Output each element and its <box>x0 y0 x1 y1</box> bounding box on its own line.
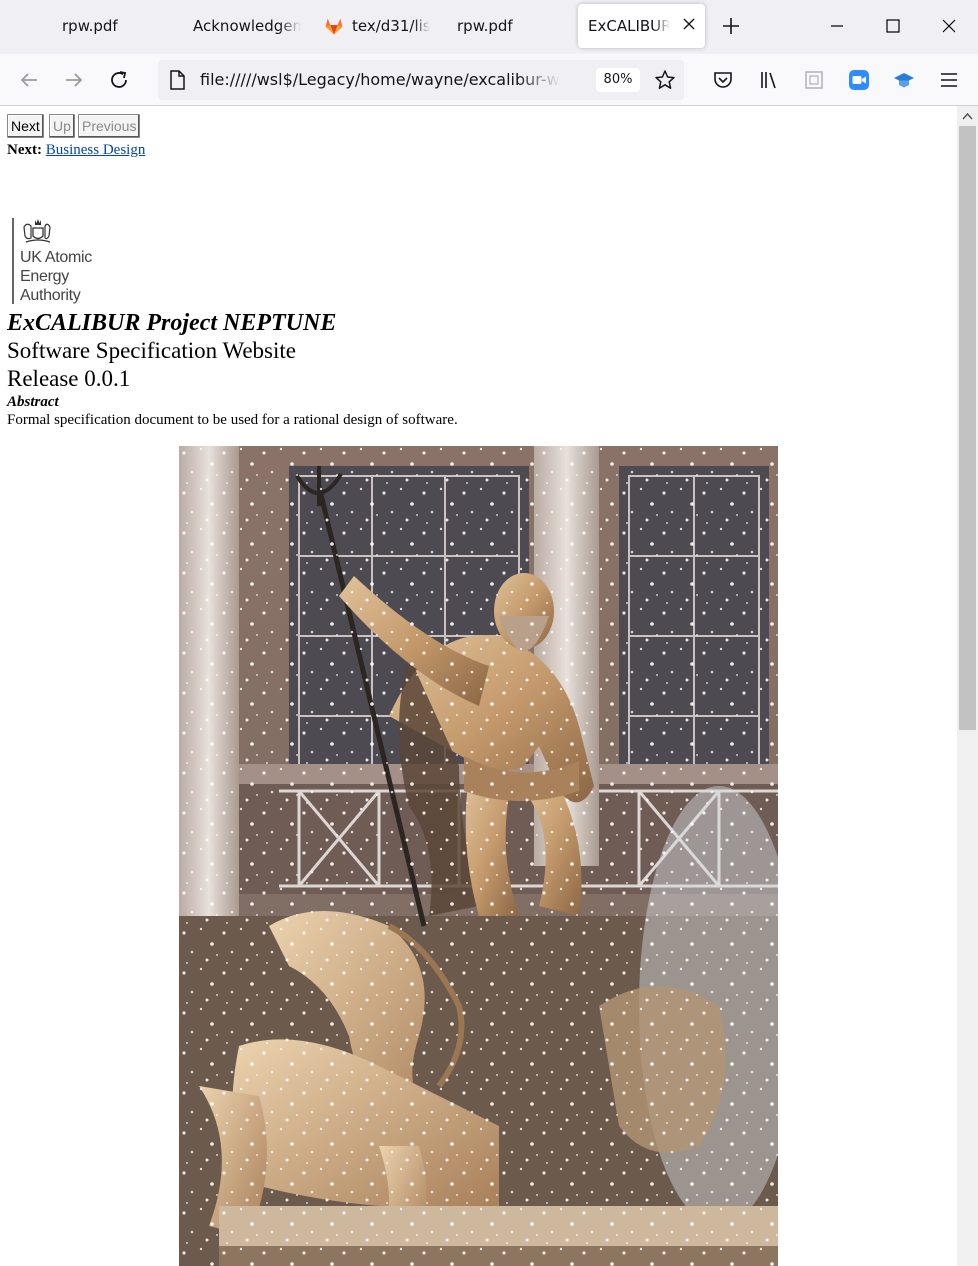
tab-strip: rpw.pdf Acknowledgements tex/d31/listing… <box>0 0 978 54</box>
maximize-icon[interactable] <box>881 14 905 38</box>
back-arrow-icon[interactable] <box>17 68 41 92</box>
reload-icon[interactable] <box>107 68 131 92</box>
next-button[interactable]: Next <box>7 114 44 138</box>
window-close-icon[interactable] <box>937 14 961 38</box>
logo-line: Authority <box>20 287 81 304</box>
logo-line: UK Atomic <box>20 249 92 266</box>
minimize-icon[interactable] <box>825 14 849 38</box>
next-link[interactable]: Business Design <box>46 142 146 158</box>
tab-gitlab-listings[interactable]: tex/d31/listings <box>324 4 430 48</box>
zoom-video-icon[interactable] <box>847 68 871 92</box>
neptune-fountain-photo <box>179 446 778 1266</box>
page-subtitle: Software Specification Website <box>7 338 296 363</box>
tab-label: tex/d31/listings <box>352 17 430 35</box>
crest-icon <box>23 219 51 243</box>
logo-text: UK Atomic Energy Authority <box>20 248 92 305</box>
tab-rpw-pdf-1[interactable]: rpw.pdf <box>62 4 152 48</box>
extension-icon[interactable] <box>802 68 826 92</box>
tab-label: rpw.pdf <box>62 17 118 35</box>
abstract-text: Formal specification document to be used… <box>7 412 458 428</box>
library-icon[interactable] <box>757 68 781 92</box>
tab-label: rpw.pdf <box>457 17 513 35</box>
page-title: ExCALIBUR Project NEPTUNE <box>7 310 337 336</box>
previous-button[interactable]: Previous <box>78 114 141 138</box>
forward-arrow-icon[interactable] <box>62 68 86 92</box>
up-button[interactable]: Up <box>49 114 75 138</box>
scroll-up-arrow-icon[interactable] <box>961 110 974 123</box>
page-content: Next Up Previous Next: Business Design U… <box>0 106 957 1266</box>
abstract-heading: Abstract <box>7 394 59 410</box>
gitlab-icon <box>325 18 343 35</box>
scrollbar-thumb[interactable] <box>959 126 976 730</box>
logo-line: Energy <box>20 268 69 285</box>
next-navigation-line: Next: Business Design <box>7 142 145 159</box>
ukaea-logo: UK Atomic Energy Authority <box>10 216 120 306</box>
next-label: Next: <box>7 142 42 158</box>
file-page-icon <box>170 70 185 90</box>
tab-excalibur-active[interactable]: ExCALIBUR project <box>578 4 705 48</box>
tab-rpw-pdf-2[interactable]: rpw.pdf <box>457 4 547 48</box>
graduation-cap-icon[interactable] <box>892 68 916 92</box>
pocket-icon[interactable] <box>711 68 735 92</box>
bookmark-star-icon[interactable] <box>654 69 676 91</box>
url-text[interactable]: file://///wsl$/Legacy/home/wayne/excalib… <box>200 70 560 89</box>
vertical-scrollbar[interactable] <box>957 106 978 1266</box>
tab-label: Acknowledgements <box>193 17 301 35</box>
logo-divider <box>12 218 14 304</box>
menu-hamburger-icon[interactable] <box>937 68 961 92</box>
zoom-level-badge[interactable]: 80% <box>596 68 640 92</box>
release-label: Release 0.0.1 <box>7 366 131 391</box>
close-icon[interactable] <box>681 16 697 32</box>
address-bar[interactable]: file://///wsl$/Legacy/home/wayne/excalib… <box>158 60 684 100</box>
tab-acknowledgements[interactable]: Acknowledgements <box>193 4 301 48</box>
navigation-toolbar: file://///wsl$/Legacy/home/wayne/excalib… <box>0 54 978 106</box>
tab-label: ExCALIBUR project <box>588 17 670 35</box>
new-tab-plus-icon[interactable] <box>720 15 742 37</box>
